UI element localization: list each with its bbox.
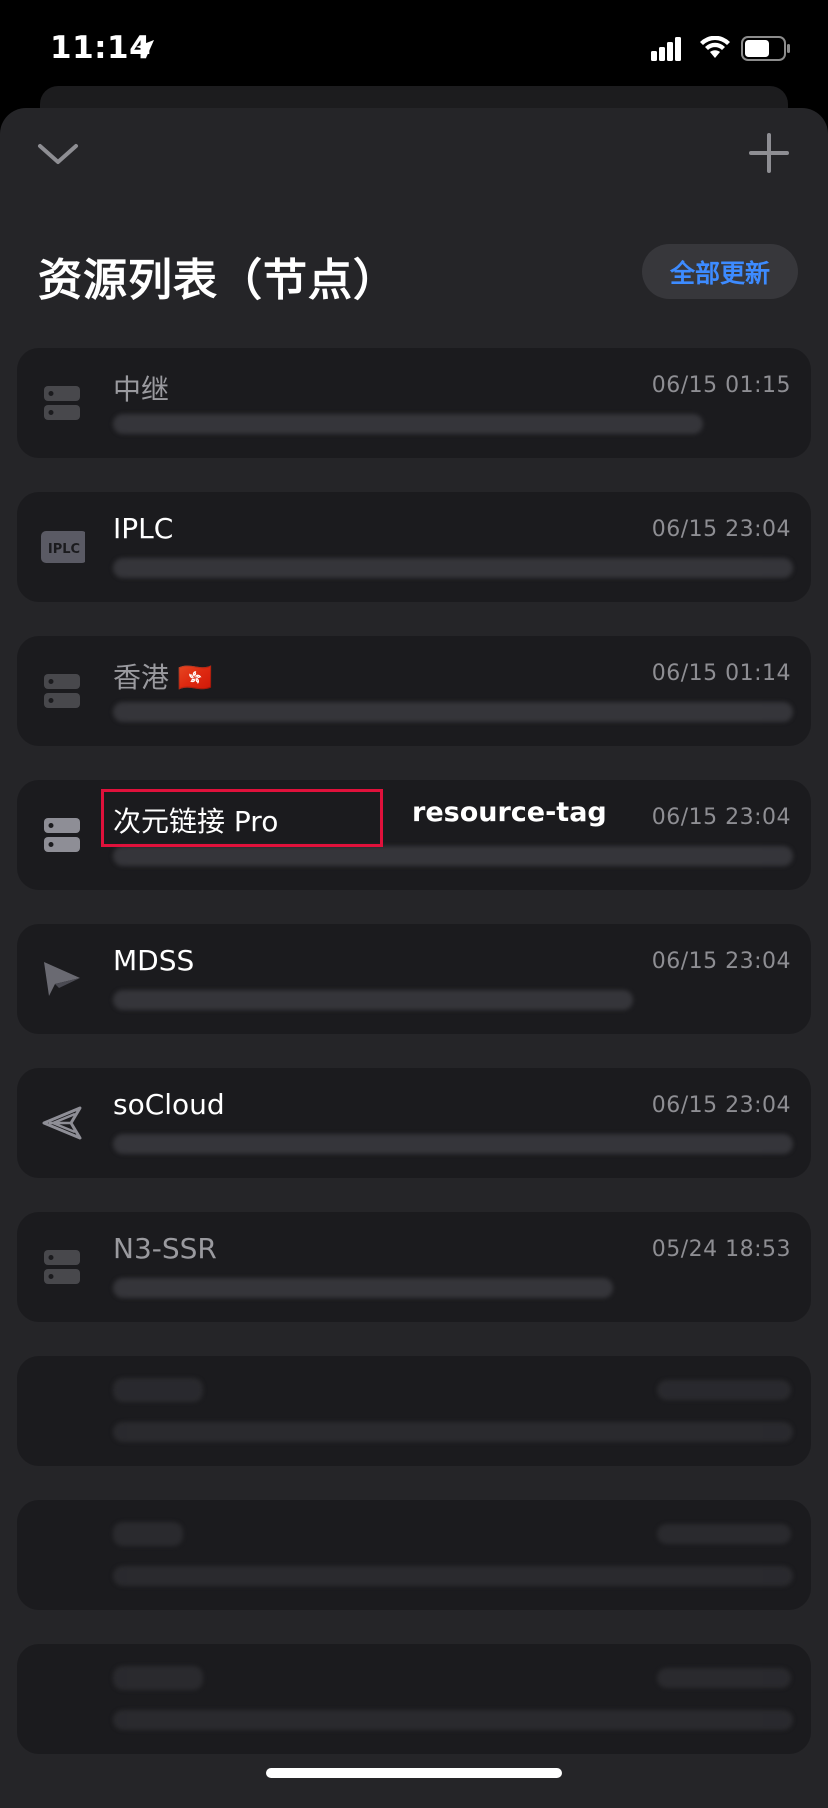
socloud-icon — [42, 1106, 82, 1140]
resource-date-redacted — [657, 1380, 791, 1400]
resource-name: IPLC — [113, 512, 174, 545]
resource-date: 06/15 23:04 — [651, 805, 791, 830]
resource-url-redacted — [113, 990, 633, 1010]
resource-url-redacted — [113, 1134, 793, 1154]
battery-icon — [741, 36, 790, 61]
resource-card[interactable]: N3-SSR 05/24 18:53 — [17, 1212, 811, 1322]
home-indicator[interactable] — [266, 1768, 562, 1778]
resource-name: soCloud — [113, 1088, 225, 1121]
server-icon — [44, 1250, 80, 1284]
cellular-signal-icon — [651, 37, 681, 61]
resource-card-blurred[interactable] — [17, 1500, 811, 1610]
resource-name: 中继 — [113, 373, 170, 406]
resource-date: 06/15 23:04 — [651, 517, 791, 542]
svg-text:IPLC: IPLC — [48, 542, 80, 557]
resource-card[interactable]: 中继 06/15 01:15 — [17, 348, 811, 458]
resource-url-redacted — [113, 414, 703, 434]
resource-url-redacted — [113, 558, 793, 578]
resource-name: MDSS — [113, 944, 195, 977]
resource-card[interactable]: MDSS 06/15 23:04 — [17, 924, 811, 1034]
highlight-box — [101, 789, 383, 847]
resource-name-redacted — [113, 1378, 203, 1402]
resource-card[interactable]: IPLC IPLC 06/15 23:04 — [17, 492, 811, 602]
plus-icon[interactable] — [748, 132, 790, 174]
resource-url-redacted — [113, 1422, 793, 1442]
annotation-label: resource-tag — [412, 797, 607, 828]
resource-url-redacted — [113, 846, 793, 866]
location-arrow-icon — [136, 40, 154, 58]
resource-name: N3-SSR — [113, 1232, 217, 1265]
wifi-icon — [700, 36, 730, 58]
resource-date: 06/15 23:04 — [651, 1093, 791, 1118]
resource-name-redacted — [113, 1666, 203, 1690]
server-icon — [44, 386, 80, 420]
server-icon — [44, 674, 80, 708]
resource-date-redacted — [657, 1668, 791, 1688]
resource-date: 06/15 23:04 — [651, 949, 791, 974]
resource-url-redacted — [113, 1278, 613, 1298]
iplc-icon: IPLC — [41, 531, 85, 563]
resource-url-redacted — [113, 1710, 793, 1730]
resource-date: 06/15 01:15 — [651, 373, 791, 398]
resource-date-redacted — [657, 1524, 791, 1544]
server-icon — [44, 818, 80, 852]
resource-date: 05/24 18:53 — [651, 1237, 791, 1262]
resource-card-blurred[interactable] — [17, 1644, 811, 1754]
resource-url-redacted — [113, 1566, 793, 1586]
paper-plane-icon — [44, 962, 80, 996]
resource-card[interactable]: 香港 🇭🇰 06/15 01:14 — [17, 636, 811, 746]
resource-card-blurred[interactable] — [17, 1356, 811, 1466]
resource-name-redacted — [113, 1522, 183, 1546]
status-bar: 11:14 — [0, 0, 828, 100]
resource-date: 06/15 01:14 — [651, 661, 791, 686]
resource-card[interactable]: soCloud 06/15 23:04 — [17, 1068, 811, 1178]
update-all-button[interactable]: 全部更新 — [642, 244, 798, 299]
resource-url-redacted — [113, 702, 793, 722]
resource-name: 香港 🇭🇰 — [113, 661, 213, 694]
chevron-down-icon[interactable] — [36, 138, 80, 168]
page-title: 资源列表（节点） — [38, 255, 398, 306]
